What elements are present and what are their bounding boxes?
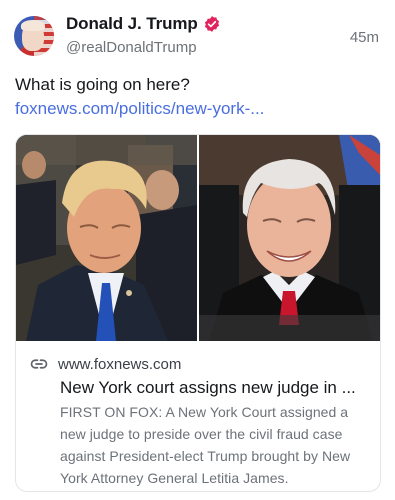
link-preview-card[interactable]: www.foxnews.com New York court assigns n…: [15, 134, 381, 492]
post-text: What is going on here? foxnews.com/polit…: [15, 73, 380, 121]
author-display-name[interactable]: Donald J. Trump: [66, 14, 198, 34]
card-meta[interactable]: www.foxnews.com New York court assigns n…: [16, 341, 380, 491]
author-handle[interactable]: @realDonaldTrump: [66, 39, 197, 56]
verified-badge-icon: [204, 16, 219, 32]
author-name-row: Donald J. Trump: [66, 14, 221, 34]
card-title[interactable]: New York court assigns new judge in ...: [60, 378, 366, 398]
photo-of-judge-smiling: [199, 135, 380, 341]
avatar[interactable]: [14, 16, 54, 56]
card-domain-row: www.foxnews.com: [30, 355, 181, 373]
avatar-hair: [21, 20, 45, 31]
photo-of-trump-in-court: [16, 135, 197, 341]
post-link[interactable]: foxnews.com/politics/new-york-...: [15, 99, 264, 118]
card-description: FIRST ON FOX: A New York Court assigned …: [60, 404, 351, 486]
post-timestamp[interactable]: 45m: [350, 29, 379, 46]
card-image[interactable]: [16, 135, 380, 341]
card-domain: www.foxnews.com: [58, 355, 182, 373]
post-body: What is going on here?: [15, 75, 190, 94]
post: Donald J. Trump @realDonaldTrump 45m Wha…: [0, 0, 395, 500]
link-icon: [30, 359, 48, 369]
